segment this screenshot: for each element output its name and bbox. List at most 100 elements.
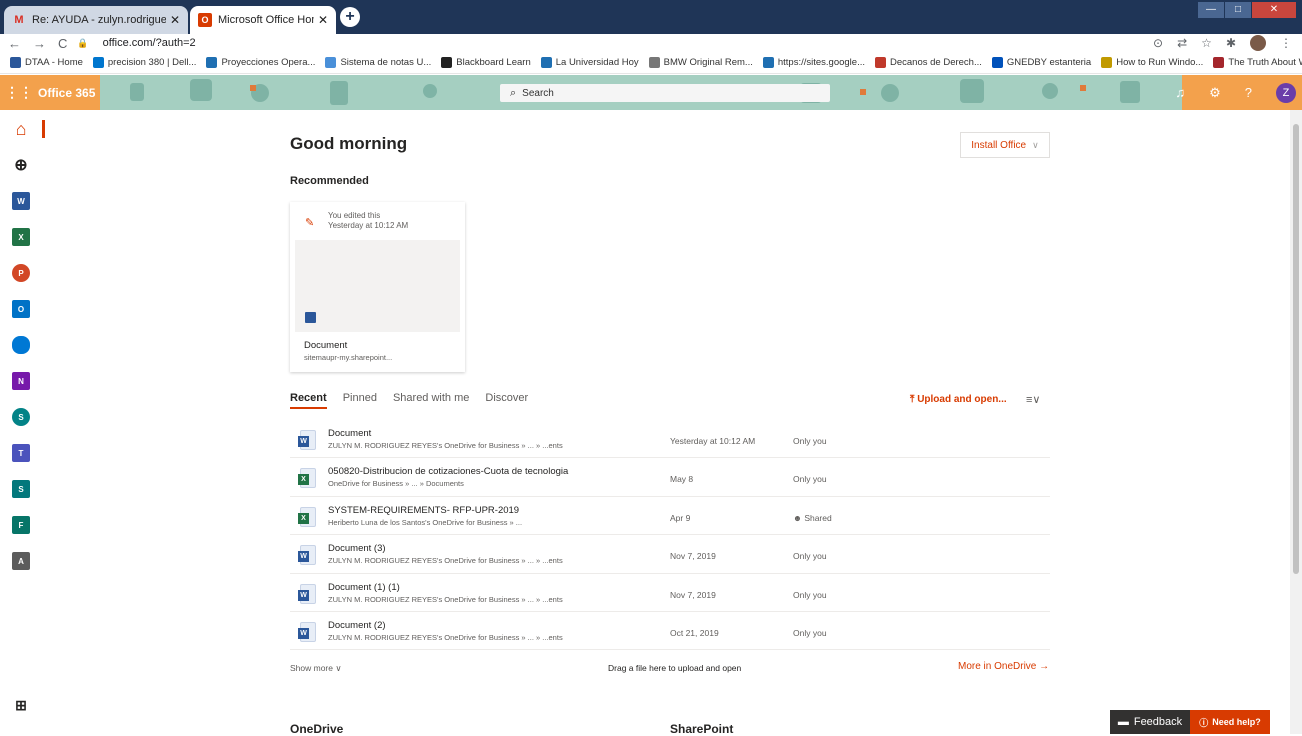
close-window-button[interactable]: ✕ xyxy=(1252,2,1296,18)
bookmark-favicon-icon xyxy=(991,57,1003,68)
upload-open-button[interactable]: ⤒ Upload and open... xyxy=(910,394,1007,405)
show-more-label: Show more xyxy=(290,663,333,673)
bookmark-item[interactable]: How to Run Windo... xyxy=(1101,57,1203,68)
sort-icon[interactable]: ≡∨ xyxy=(1026,393,1040,406)
more-in-onedrive-link[interactable]: More in OneDrive → xyxy=(958,661,1049,672)
feedback-button[interactable]: ▬ Feedback xyxy=(1110,710,1190,734)
bookmark-item[interactable]: GNEDBY estanteria xyxy=(991,57,1092,68)
bookmark-item[interactable]: Proyecciones Opera... xyxy=(206,57,315,68)
bookmark-favicon-icon xyxy=(540,57,552,68)
file-type-badge: W xyxy=(298,551,309,563)
bookmark-item[interactable]: The Truth About W... xyxy=(1213,57,1302,68)
bookmark-item[interactable]: BMW Original Rem... xyxy=(648,57,753,68)
outlook-icon[interactable]: O xyxy=(12,300,30,318)
home-icon[interactable]: ⌂ xyxy=(12,119,30,139)
bell-icon[interactable]: ♫ xyxy=(1175,85,1185,100)
bookmark-item[interactable]: Sistema de notas U... xyxy=(325,57,431,68)
tab-shared-with-me[interactable]: Shared with me xyxy=(393,392,469,409)
excel-icon[interactable]: X xyxy=(12,228,30,246)
file-row[interactable]: W Document (2) ZULYN M. RODRIGUEZ REYES's … xyxy=(290,612,1050,651)
bookmark-label: GNEDBY estanteria xyxy=(1006,57,1092,68)
profile-avatar[interactable] xyxy=(1250,35,1266,51)
search-box[interactable]: ⌕ Search xyxy=(500,84,830,102)
menu-icon[interactable]: ⋮ xyxy=(1280,36,1292,50)
brand-label[interactable]: Office 365 xyxy=(38,86,100,100)
minimize-button[interactable]: — xyxy=(1198,2,1224,18)
file-row[interactable]: W Document (3) ZULYN M. RODRIGUEZ REYES's … xyxy=(290,535,1050,574)
admin-icon[interactable]: A xyxy=(12,552,30,570)
onedrive-icon[interactable] xyxy=(12,336,30,354)
app-launcher-icon[interactable]: ⋮⋮ xyxy=(0,75,38,110)
forward-icon[interactable]: → xyxy=(33,36,46,51)
bookmark-item[interactable]: Blackboard Learn xyxy=(441,57,531,68)
file-row[interactable]: X 050820-Distribucion de cotizaciones-Cuo… xyxy=(290,458,1050,497)
word-icon[interactable]: W xyxy=(12,192,30,210)
help-icon[interactable]: ? xyxy=(1245,85,1252,100)
reload-icon[interactable]: C xyxy=(58,36,67,51)
scrollbar-thumb[interactable] xyxy=(1293,124,1299,574)
recommended-heading: Recommended xyxy=(290,175,369,187)
back-icon[interactable]: ← xyxy=(8,36,21,51)
file-sharing: ☻ Shared xyxy=(793,513,832,523)
install-office-button[interactable]: Install Office ∨ xyxy=(960,132,1050,158)
file-date: Oct 21, 2019 xyxy=(670,627,719,638)
tab-gmail[interactable]: M Re: AYUDA - zulyn.rodriguez@u ✕ xyxy=(4,6,188,34)
file-name: 050820-Distribucion de cotizaciones-Cuot… xyxy=(328,466,569,478)
forms-icon[interactable]: F xyxy=(12,516,30,534)
create-icon[interactable]: ⊕ xyxy=(12,156,30,174)
file-sharing-label: Only you xyxy=(793,627,827,638)
bookmark-label: Proyecciones Opera... xyxy=(221,57,316,68)
card-location: sitemaupr-my.sharepoint... xyxy=(304,353,393,362)
help-circle-icon: ⓘ xyxy=(1199,717,1209,728)
close-tab-icon[interactable]: ✕ xyxy=(170,13,180,27)
card-preview xyxy=(295,240,460,332)
bookmark-item[interactable]: Decanos de Derech... xyxy=(875,57,982,68)
file-row[interactable]: W Document ZULYN M. RODRIGUEZ REYES's OneD… xyxy=(290,420,1050,459)
file-row[interactable]: W Document (1) (1) ZULYN M. RODRIGUEZ REYE… xyxy=(290,574,1050,612)
close-tab-icon[interactable]: ✕ xyxy=(318,13,328,27)
tab-pinned[interactable]: Pinned xyxy=(343,392,377,409)
excel-file-icon: X xyxy=(298,468,316,489)
sway-icon[interactable]: S xyxy=(12,480,30,498)
bookmark-item[interactable]: La Universidad Hoy xyxy=(540,57,639,68)
tab-recent[interactable]: Recent xyxy=(290,392,327,409)
tab-discover[interactable]: Discover xyxy=(485,392,528,409)
bookmark-item[interactable]: precision 380 | Dell... xyxy=(92,57,196,68)
pencil-icon: ✎ xyxy=(305,217,315,229)
user-avatar[interactable]: Z xyxy=(1276,82,1296,103)
file-sharing-label: Only you xyxy=(793,436,827,446)
powerpoint-icon[interactable]: P xyxy=(12,264,30,282)
upload-icon: ⤒ xyxy=(910,394,915,405)
file-row[interactable]: X SYSTEM-REQUIREMENTS- RFP-UPR-2019 Heribe… xyxy=(290,497,1050,536)
word-file-icon: W xyxy=(298,621,316,642)
gear-icon[interactable]: ⚙ xyxy=(1209,85,1221,101)
all-apps-icon[interactable]: ⊞ xyxy=(12,696,30,714)
show-more-button[interactable]: Show more ∨ xyxy=(290,663,342,674)
bookmark-label: Blackboard Learn xyxy=(456,57,531,68)
file-name: SYSTEM-REQUIREMENTS- RFP-UPR-2019 xyxy=(328,504,520,516)
onenote-icon[interactable]: N xyxy=(12,372,30,390)
translate-icon[interactable]: ⇄ xyxy=(1177,36,1187,50)
file-type-badge: W xyxy=(298,589,309,601)
word-file-icon: W xyxy=(298,430,316,450)
bookmark-label: Decanos de Derech... xyxy=(890,57,982,68)
tab-office[interactable]: O Microsoft Office Home ✕ xyxy=(190,6,336,34)
need-help-button[interactable]: ⓘ Need help? xyxy=(1190,710,1270,734)
url-field[interactable]: office.com/?auth=2 xyxy=(103,37,196,49)
bookmark-item[interactable]: DTAA - Home xyxy=(10,57,83,68)
bookmark-favicon-icon xyxy=(648,57,660,68)
extensions-icon[interactable]: ✱ xyxy=(1226,36,1236,50)
feedback-label: Feedback xyxy=(1133,716,1183,728)
teams-icon[interactable]: T xyxy=(12,444,30,462)
sharepoint-icon[interactable]: S xyxy=(12,408,30,426)
bookmark-favicon-icon xyxy=(325,57,337,68)
target-icon[interactable]: ⊙ xyxy=(1153,36,1163,50)
new-tab-button[interactable]: + xyxy=(340,7,360,27)
bookmark-item[interactable]: https://sites.google... xyxy=(762,57,865,68)
star-icon[interactable]: ☆ xyxy=(1201,36,1212,50)
page-scrollbar[interactable] xyxy=(1290,110,1302,734)
maximize-button[interactable]: □ xyxy=(1225,2,1251,18)
recommended-card[interactable]: ✎ You edited this Yesterday at 10:12 AM … xyxy=(290,202,465,372)
bookmark-favicon-icon xyxy=(875,57,886,68)
gmail-icon: M xyxy=(14,14,24,26)
